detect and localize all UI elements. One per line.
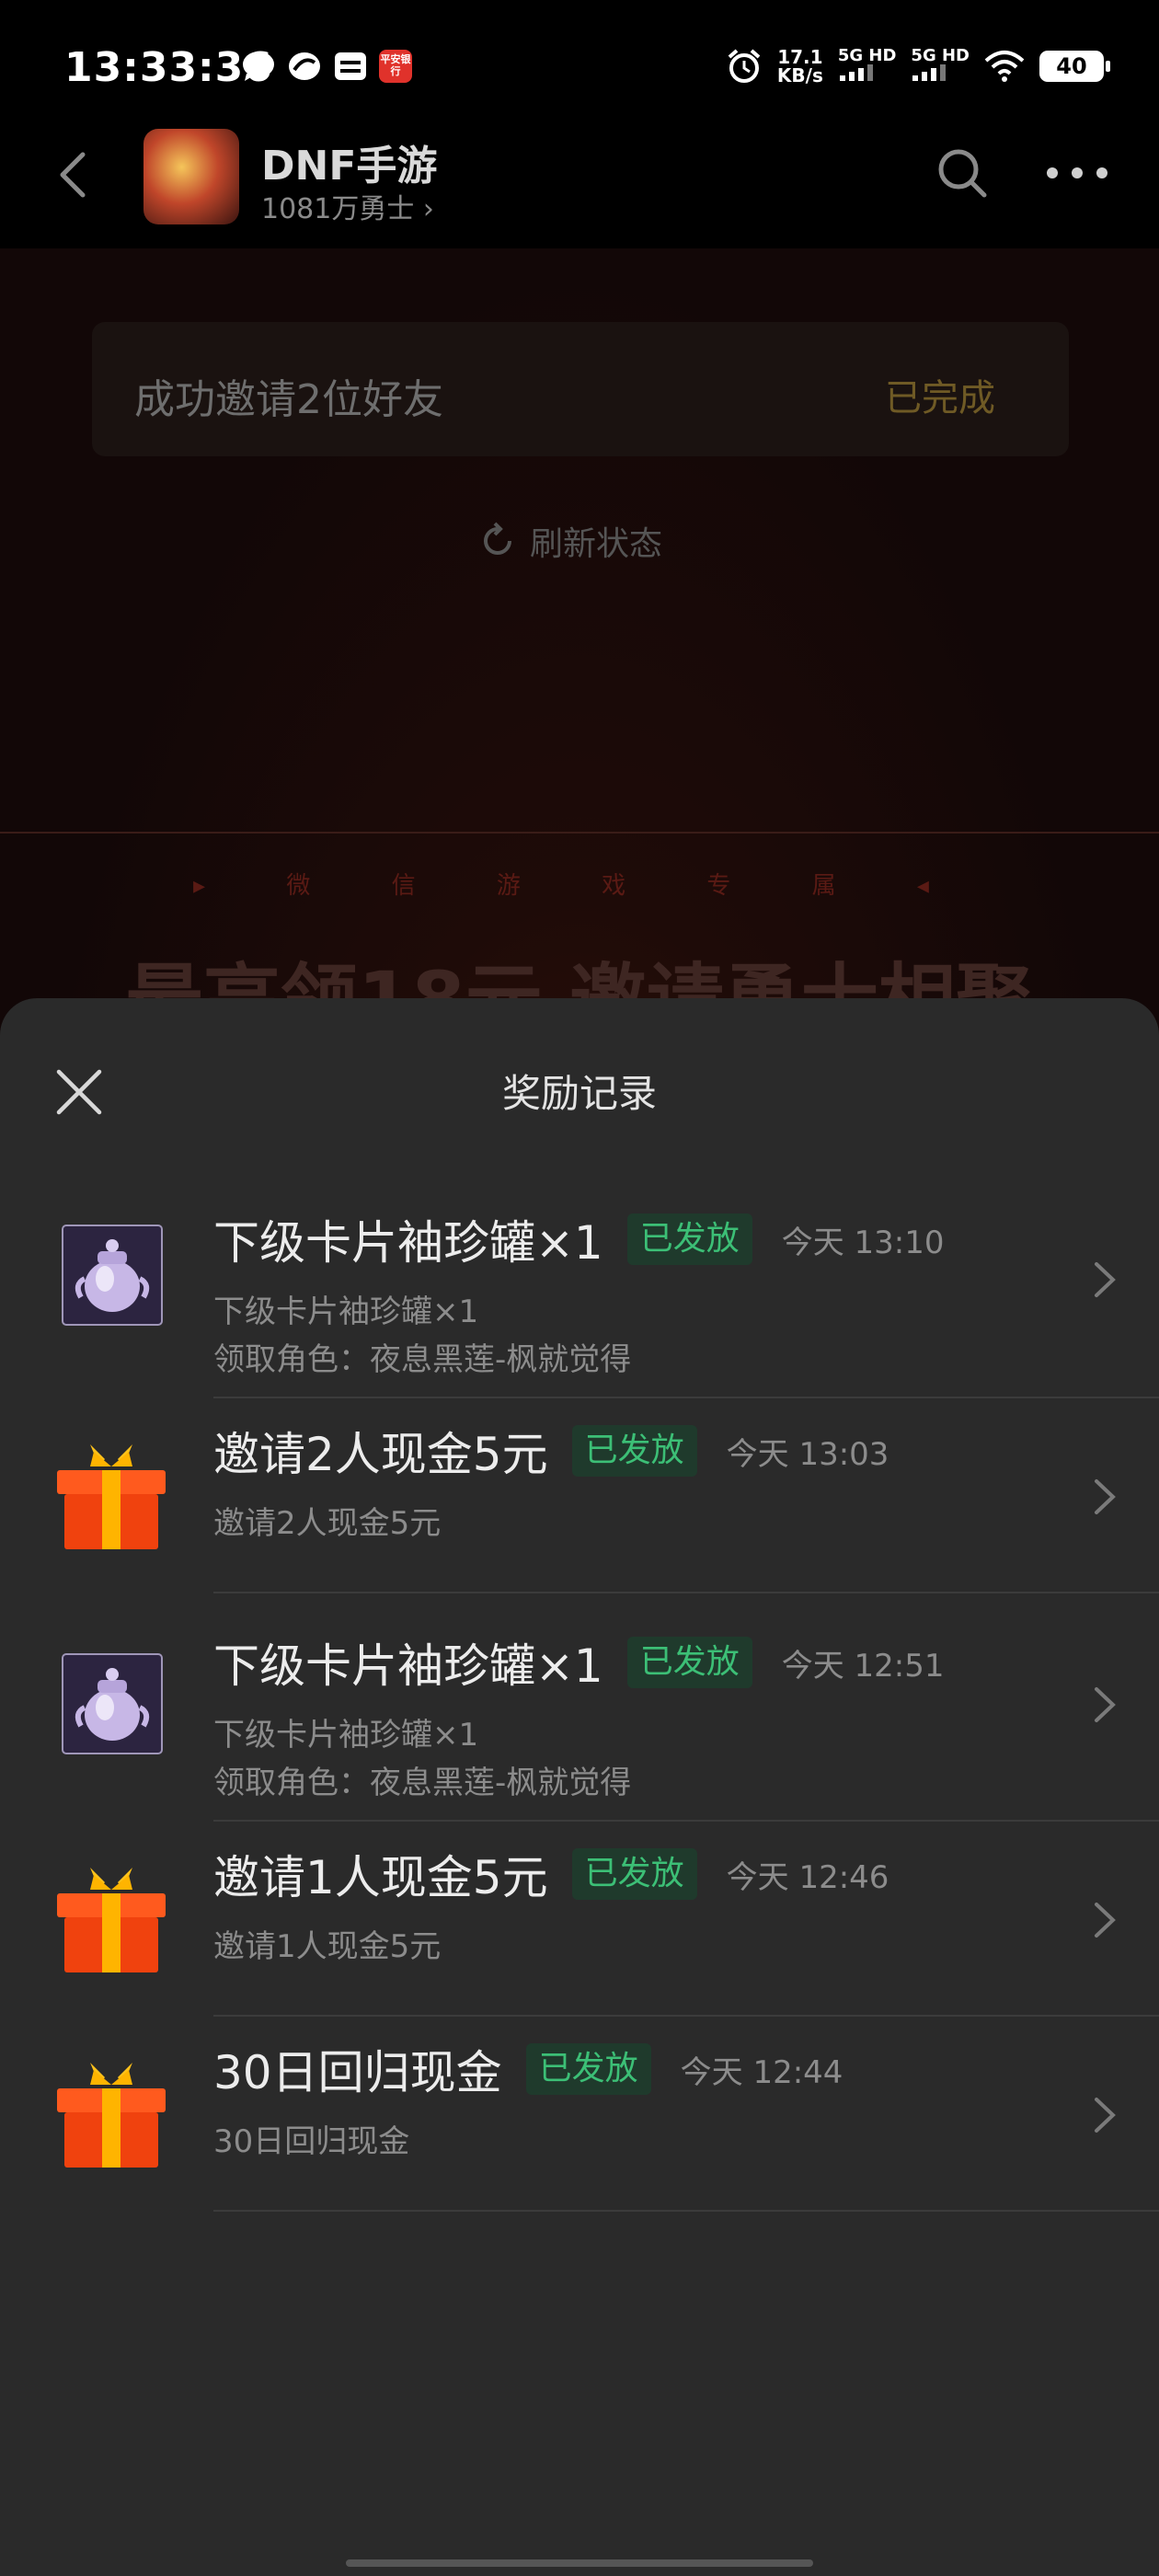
card-icon — [335, 52, 366, 80]
notification-icons: 平安银行 — [241, 50, 412, 83]
record-title: 邀请2人现金5元 — [213, 1428, 548, 1481]
task-label: 成功邀请2位好友 — [134, 376, 443, 423]
gift-icon — [57, 1444, 166, 1549]
record-time: 今天 12:51 — [781, 1647, 945, 1685]
record-title: 下级卡片袖珍罐×1 — [213, 1216, 603, 1270]
jar-icon — [62, 1653, 163, 1754]
member-count-link[interactable]: 1081万勇士 › — [261, 186, 434, 226]
record-detail: 下级卡片袖珍罐×1 — [213, 1717, 479, 1754]
record-role: 领取角色：夜息黑莲-枫就觉得 — [213, 1765, 632, 1801]
list-item[interactable]: 邀请1人现金5元 已发放 今天 12:46 邀请1人现金5元 — [0, 1822, 1159, 2017]
record-time: 今天 13:10 — [781, 1224, 945, 1261]
refresh-icon — [484, 522, 511, 555]
record-detail: 邀请2人现金5元 — [213, 1505, 442, 1542]
network-speed: 17.1 KB/s — [776, 46, 823, 86]
list-item[interactable]: 下级卡片袖珍罐×1 已发放 今天 13:10 下级卡片袖珍罐×1 领取角色：夜息… — [0, 1187, 1159, 1398]
chevron-right-icon — [1095, 1262, 1116, 1297]
status-badge: 已发放 — [571, 1425, 697, 1477]
nav-header: DNF手游 1081万勇士 › — [0, 120, 1159, 248]
record-time: 今天 12:46 — [726, 1858, 889, 1896]
refresh-label: 刷新状态 — [530, 525, 663, 563]
page-title[interactable]: DNF手游 — [261, 132, 437, 191]
more-menu-icon[interactable] — [1047, 167, 1107, 182]
signal-bars-icon — [912, 64, 947, 81]
list-item[interactable]: 邀请2人现金5元 已发放 今天 13:03 邀请2人现金5元 — [0, 1398, 1159, 1593]
home-indicator[interactable] — [346, 2559, 813, 2567]
battery-icon: 40 — [1039, 51, 1110, 82]
reward-records-sheet: 奖励记录 下级卡片袖珍罐×1 已发放 今天 13:10 下级卡片袖珍罐×1 领取… — [0, 998, 1159, 2576]
record-title: 下级卡片袖珍罐×1 — [213, 1639, 603, 1693]
record-role: 领取角色：夜息黑莲-枫就觉得 — [213, 1341, 632, 1378]
bank-app-icon: 平安银行 — [379, 50, 412, 83]
search-icon[interactable] — [935, 145, 990, 201]
link-icon — [289, 52, 320, 80]
chevron-right-icon — [1095, 1687, 1116, 1722]
record-time: 今天 13:03 — [726, 1435, 889, 1473]
promo-tag: ▸ 微 信 游 戏 专 属 ◂ — [193, 872, 966, 900]
record-time: 今天 12:44 — [680, 2053, 843, 2091]
back-arrow-icon[interactable] — [48, 147, 103, 202]
chevron-right-icon — [1095, 1903, 1116, 1938]
jar-icon — [62, 1225, 163, 1326]
status-badge: 已发放 — [626, 1637, 752, 1688]
list-item[interactable]: 30日回归现金 已发放 今天 12:44 30日回归现金 — [0, 2017, 1159, 2212]
status-badge: 已发放 — [571, 1848, 697, 1900]
sim1-signal: 5G HD — [838, 48, 896, 85]
chat-bubble-icon — [243, 52, 274, 81]
system-icons: 17.1 KB/s 5G HD 5G HD 40 — [726, 46, 1110, 86]
task-card: 成功邀请2位好友 已完成 — [92, 322, 1069, 456]
sheet-title: 奖励记录 — [501, 1071, 657, 1116]
record-title: 邀请1人现金5元 — [213, 1851, 548, 1904]
record-detail: 30日回归现金 — [213, 2123, 410, 2160]
wifi-icon — [984, 51, 1025, 82]
gift-icon — [57, 2063, 166, 2168]
record-title: 30日回归现金 — [213, 2046, 502, 2099]
chevron-right-icon — [1095, 2098, 1116, 2133]
divider — [0, 832, 1159, 834]
sim2-signal: 5G HD — [911, 48, 970, 85]
status-badge: 已发放 — [626, 1213, 752, 1265]
status-badge: 已发放 — [525, 2043, 651, 2095]
list-item[interactable]: 下级卡片袖珍罐×1 已发放 今天 12:51 下级卡片袖珍罐×1 领取角色：夜息… — [0, 1593, 1159, 1822]
chevron-right-icon — [1095, 1479, 1116, 1514]
divider — [213, 2210, 1159, 2212]
game-avatar[interactable] — [143, 129, 239, 224]
reward-list: 下级卡片袖珍罐×1 已发放 今天 13:10 下级卡片袖珍罐×1 领取角色：夜息… — [0, 1187, 1159, 2212]
record-detail: 邀请1人现金5元 — [213, 1928, 442, 1965]
status-bar: 13:33:36 平安银行 17.1 KB/s 5G HD 5G HD 40 — [0, 0, 1159, 138]
record-detail: 下级卡片袖珍罐×1 — [213, 1294, 479, 1330]
refresh-status-button[interactable]: 刷新状态 — [478, 517, 662, 565]
alarm-icon — [728, 49, 761, 83]
gift-icon — [57, 1868, 166, 1972]
task-status: 已完成 — [885, 377, 995, 420]
signal-bars-icon — [839, 64, 873, 81]
